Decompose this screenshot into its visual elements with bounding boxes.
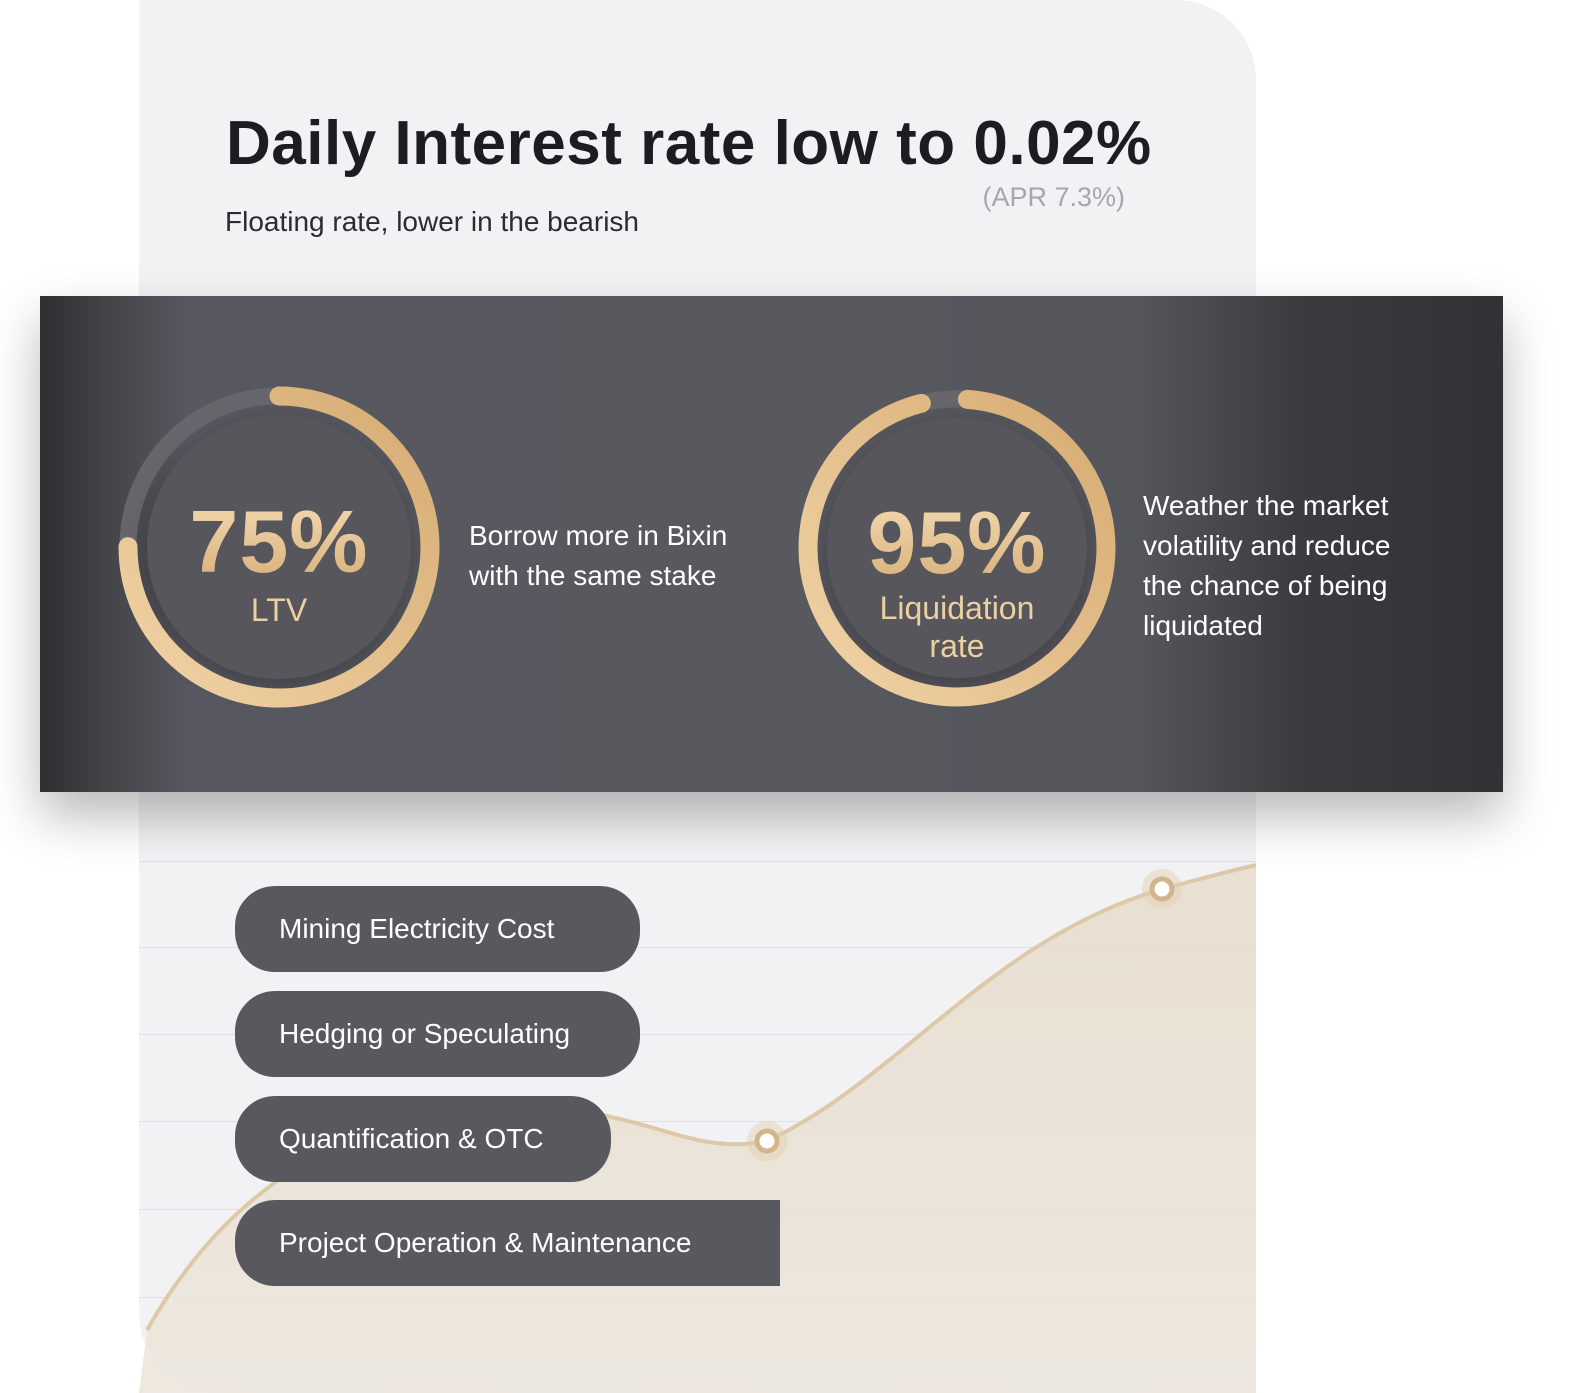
- page-title: Daily Interest rate low to 0.02%: [226, 109, 1152, 178]
- page-subtitle: Floating rate, lower in the bearish: [225, 206, 639, 237]
- use-case-quantification: Quantification & OTC: [235, 1096, 611, 1182]
- liquidation-description: Weather the market volatility and reduce…: [1143, 486, 1390, 646]
- curve-point: [1149, 876, 1175, 902]
- liquidation-value: 95%: [798, 499, 1116, 587]
- ltv-description-line: with the same stake: [469, 560, 717, 591]
- ltv-value: 75%: [118, 498, 440, 586]
- use-case-hedging: Hedging or Speculating: [235, 991, 640, 1077]
- ltv-label: LTV: [250, 592, 308, 628]
- ltv-ring: 75% LTV: [118, 386, 440, 708]
- curve-point: [754, 1128, 780, 1154]
- use-case-mining: Mining Electricity Cost: [235, 886, 640, 972]
- ltv-description: Borrow more in Bixin with the same stake: [469, 516, 727, 596]
- liquidation-description-line: the chance of being: [1143, 570, 1388, 601]
- metrics-band: 75% LTV Borrow more in Bixin with the sa…: [40, 296, 1503, 792]
- liquidation-description-line: Weather the market: [1143, 490, 1389, 521]
- liquidation-description-line: liquidated: [1143, 610, 1263, 641]
- apr-note: (APR 7.3%): [982, 182, 1125, 212]
- liquidation-ring: 95% Liquidation rate: [798, 389, 1116, 707]
- ltv-description-line: Borrow more in Bixin: [469, 520, 728, 551]
- liquidation-label-line: rate: [929, 628, 985, 664]
- liquidation-description-line: volatility and reduce: [1143, 530, 1391, 561]
- liquidation-label-line: Liquidation: [879, 590, 1035, 626]
- use-case-project: Project Operation & Maintenance: [235, 1200, 780, 1286]
